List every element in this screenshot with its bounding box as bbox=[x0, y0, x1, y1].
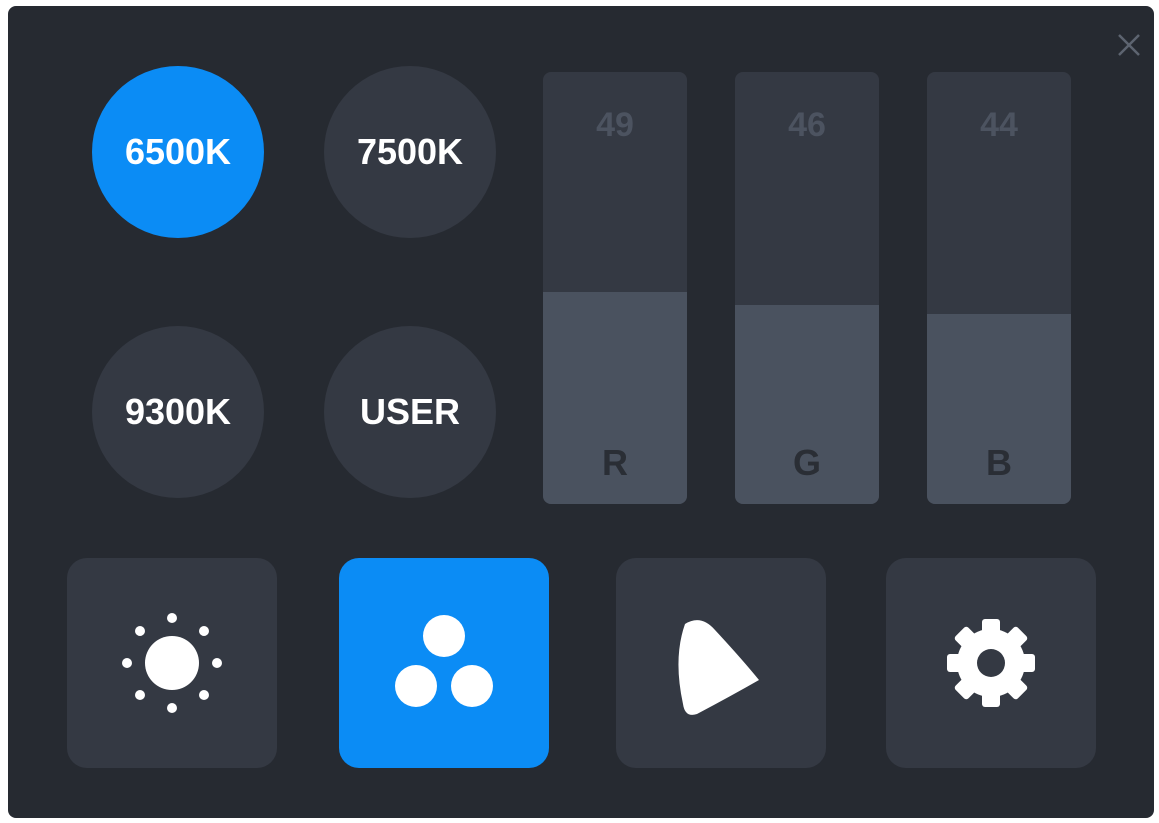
brightness-tab-button[interactable] bbox=[67, 558, 277, 768]
color-temperature-panel: 6500K 7500K 9300K USER 49 R 46 G 44 B bbox=[8, 6, 1154, 818]
gamut-tab-button[interactable] bbox=[616, 558, 826, 768]
color-mode-tab-button[interactable] bbox=[339, 558, 549, 768]
preset-9300k-button[interactable]: 9300K bbox=[92, 326, 264, 498]
close-button[interactable] bbox=[1114, 30, 1144, 60]
red-channel-slider[interactable]: 49 R bbox=[543, 72, 687, 504]
preset-user-button[interactable]: USER bbox=[324, 326, 496, 498]
gamut-icon bbox=[678, 620, 759, 715]
green-channel-value: 46 bbox=[788, 106, 826, 144]
settings-tab-button[interactable] bbox=[886, 558, 1096, 768]
blue-channel-label: B bbox=[986, 442, 1012, 483]
green-channel-slider[interactable]: 46 G bbox=[735, 72, 879, 504]
color-mode-icon bbox=[395, 615, 493, 707]
preset-6500k-button[interactable]: 6500K bbox=[92, 66, 264, 238]
brightness-icon bbox=[122, 613, 222, 713]
close-icon bbox=[1118, 34, 1140, 56]
red-channel-label: R bbox=[602, 442, 628, 483]
red-channel-value: 49 bbox=[596, 106, 634, 144]
preset-7500k-button[interactable]: 7500K bbox=[324, 66, 496, 238]
blue-channel-slider[interactable]: 44 B bbox=[927, 72, 1071, 504]
green-channel-label: G bbox=[792, 442, 821, 483]
blue-channel-value: 44 bbox=[980, 106, 1018, 144]
settings-gear-icon bbox=[947, 619, 1035, 707]
